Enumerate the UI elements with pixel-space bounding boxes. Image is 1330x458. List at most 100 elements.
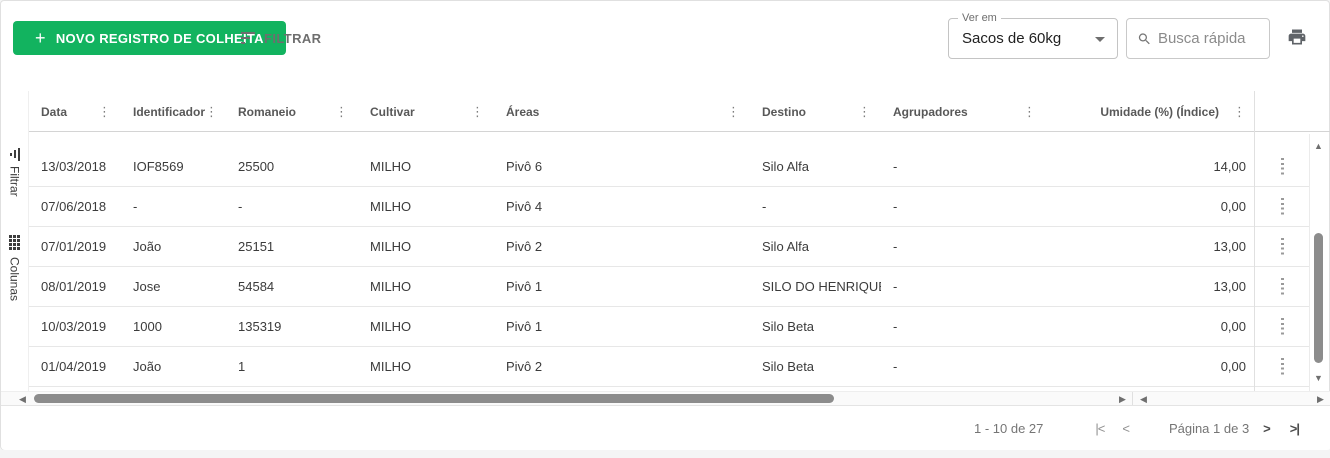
- cell-data: 07/01/2019: [29, 227, 121, 266]
- filter-button[interactable]: FILTRAR: [241, 23, 321, 53]
- table-row[interactable]: 08/01/2019 Jose 54584 MILHO Pivô 1 SILO …: [29, 267, 1254, 307]
- column-header-romaneio[interactable]: Romaneio ⋮: [226, 91, 358, 132]
- column-header-label: Data: [41, 105, 67, 119]
- column-header-label: Identificador: [133, 105, 205, 119]
- sidebar-tab-columns-label: Colunas: [8, 257, 22, 301]
- column-menu-icon[interactable]: ⋮: [1023, 105, 1036, 118]
- cell-data: 07/06/2018: [29, 187, 121, 226]
- column-menu-icon[interactable]: ⋮: [858, 105, 871, 118]
- first-page-icon[interactable]: |<: [1095, 421, 1104, 436]
- columns-grid-icon: [9, 235, 20, 250]
- column-menu-icon[interactable]: ⋮: [335, 105, 348, 118]
- last-page-icon[interactable]: >|: [1290, 421, 1299, 436]
- previous-page-icon[interactable]: <: [1122, 421, 1129, 436]
- view-in-select[interactable]: Ver em Sacos de 60kg: [948, 18, 1118, 59]
- cell-data: 13/03/2018: [29, 147, 121, 186]
- table-row[interactable]: 13/03/2018 IOF8569 25500 MILHO Pivô 6 Si…: [29, 147, 1254, 187]
- cell-areas: Pivô 6: [494, 147, 750, 186]
- column-header-label: Romaneio: [238, 105, 296, 119]
- column-menu-icon[interactable]: ⋮: [98, 105, 111, 118]
- vertical-scrollbar-thumb[interactable]: [1314, 233, 1323, 363]
- cell-cultivar: MILHO: [358, 147, 494, 186]
- cell-destino: SILO DO HENRIQUE: [750, 267, 881, 306]
- column-header-destino[interactable]: Destino ⋮: [750, 91, 881, 132]
- dropdown-arrow-icon: [1095, 37, 1105, 42]
- row-menu-icon[interactable]: [1281, 238, 1284, 255]
- horizontal-scrollbar: ◀ ▶ ◀ ▶: [1, 391, 1330, 405]
- cell-agrupadores: -: [881, 147, 1046, 186]
- quick-search-input[interactable]: [1158, 30, 1261, 47]
- sidebar-tab-filter[interactable]: Filtrar: [1, 149, 28, 197]
- cell-umidade: 0,00: [1046, 307, 1254, 346]
- table-row[interactable]: 07/06/2018 - - MILHO Pivô 4 - - 0,00: [29, 187, 1254, 227]
- row-menu-icon[interactable]: [1281, 198, 1284, 215]
- cell-identificador: 1000: [121, 307, 226, 346]
- view-in-selected-value: Sacos de 60kg: [962, 30, 1061, 47]
- column-header-umidade[interactable]: Umidade (%) (Índice) ⋮: [1046, 91, 1254, 132]
- toolbar: + NOVO REGISTRO DE COLHEITA FILTRAR Ver …: [1, 1, 1329, 91]
- row-menu-icon[interactable]: [1281, 358, 1284, 375]
- cell-umidade: 13,00: [1046, 227, 1254, 266]
- cell-umidade: 13,00: [1046, 267, 1254, 306]
- sidebar-tab-columns[interactable]: Colunas: [1, 235, 28, 301]
- column-header-areas[interactable]: Áreas ⋮: [494, 91, 750, 132]
- column-menu-icon[interactable]: ⋮: [1233, 105, 1246, 118]
- table-body: 13/03/2018 IOF8569 25500 MILHO Pivô 6 Si…: [29, 132, 1254, 391]
- table-row[interactable]: 01/04/2019 João 1 MILHO Pivô 2 Silo Beta…: [29, 347, 1254, 387]
- horizontal-scrollbar-thumb[interactable]: [34, 394, 834, 403]
- cell-data: 08/01/2019: [29, 267, 121, 306]
- cell-data: 10/03/2019: [29, 307, 121, 346]
- pagination-range: 1 - 10 de 27: [974, 421, 1043, 436]
- print-button[interactable]: [1287, 27, 1307, 50]
- table-row[interactable]: 07/01/2019 João 25151 MILHO Pivô 2 Silo …: [29, 227, 1254, 267]
- row-menu-icon[interactable]: [1281, 278, 1284, 295]
- cell-romaneio: 135319: [226, 307, 358, 346]
- scrollbar-divider: [1132, 392, 1133, 406]
- pagination-bar: 1 - 10 de 27 |< < Página 1 de 3 > >|: [1, 405, 1330, 450]
- cell-destino: Silo Alfa: [750, 227, 881, 266]
- cell-agrupadores: -: [881, 187, 1046, 226]
- column-header-label: Cultivar: [370, 105, 415, 119]
- view-in-select-label: Ver em: [958, 12, 1001, 25]
- scroll-up-icon[interactable]: ▲: [1310, 141, 1327, 151]
- filter-button-label: FILTRAR: [264, 31, 321, 46]
- row-menu-icon[interactable]: [1281, 158, 1284, 175]
- search-icon: [1137, 30, 1152, 48]
- column-header-label: Áreas: [506, 105, 539, 119]
- column-header-data[interactable]: Data ⋮: [29, 91, 121, 132]
- scroll-down-icon[interactable]: ▼: [1310, 373, 1327, 383]
- cell-data: 01/04/2019: [29, 347, 121, 386]
- table-row[interactable]: 10/03/2019 1000 135319 MILHO Pivô 1 Silo…: [29, 307, 1254, 347]
- cell-destino: -: [750, 187, 881, 226]
- cell-areas: Pivô 2: [494, 227, 750, 266]
- cell-areas: Pivô 4: [494, 187, 750, 226]
- column-menu-icon[interactable]: ⋮: [205, 105, 218, 118]
- column-menu-icon[interactable]: ⋮: [727, 105, 740, 118]
- row-menu-icon[interactable]: [1281, 318, 1284, 335]
- next-page-icon[interactable]: >: [1263, 421, 1270, 436]
- cell-destino: Silo Beta: [750, 347, 881, 386]
- cell-cultivar: MILHO: [358, 227, 494, 266]
- cell-romaneio: 54584: [226, 267, 358, 306]
- cell-identificador: Jose: [121, 267, 226, 306]
- cell-identificador: João: [121, 227, 226, 266]
- harvest-records-panel: + NOVO REGISTRO DE COLHEITA FILTRAR Ver …: [0, 0, 1330, 450]
- cell-cultivar: MILHO: [358, 347, 494, 386]
- cell-romaneio: -: [226, 187, 358, 226]
- column-header-agrupadores[interactable]: Agrupadores ⋮: [881, 91, 1046, 132]
- cell-agrupadores: -: [881, 227, 1046, 266]
- cell-destino: Silo Alfa: [750, 147, 881, 186]
- column-header-label: Umidade (%) (Índice): [1100, 105, 1219, 119]
- cell-umidade: 0,00: [1046, 347, 1254, 386]
- column-menu-icon[interactable]: ⋮: [471, 105, 484, 118]
- row-actions-column: [1255, 132, 1309, 391]
- plus-icon: +: [35, 29, 46, 47]
- column-header-cultivar[interactable]: Cultivar ⋮: [358, 91, 494, 132]
- cell-cultivar: MILHO: [358, 267, 494, 306]
- sidebar-tab-filter-label: Filtrar: [8, 166, 22, 197]
- column-header-identificador[interactable]: Identificador ⋮: [121, 91, 226, 132]
- filter-list-icon: [241, 32, 255, 44]
- print-icon: [1287, 27, 1307, 47]
- cell-romaneio: 25151: [226, 227, 358, 266]
- filter-tab-icon: [10, 147, 20, 161]
